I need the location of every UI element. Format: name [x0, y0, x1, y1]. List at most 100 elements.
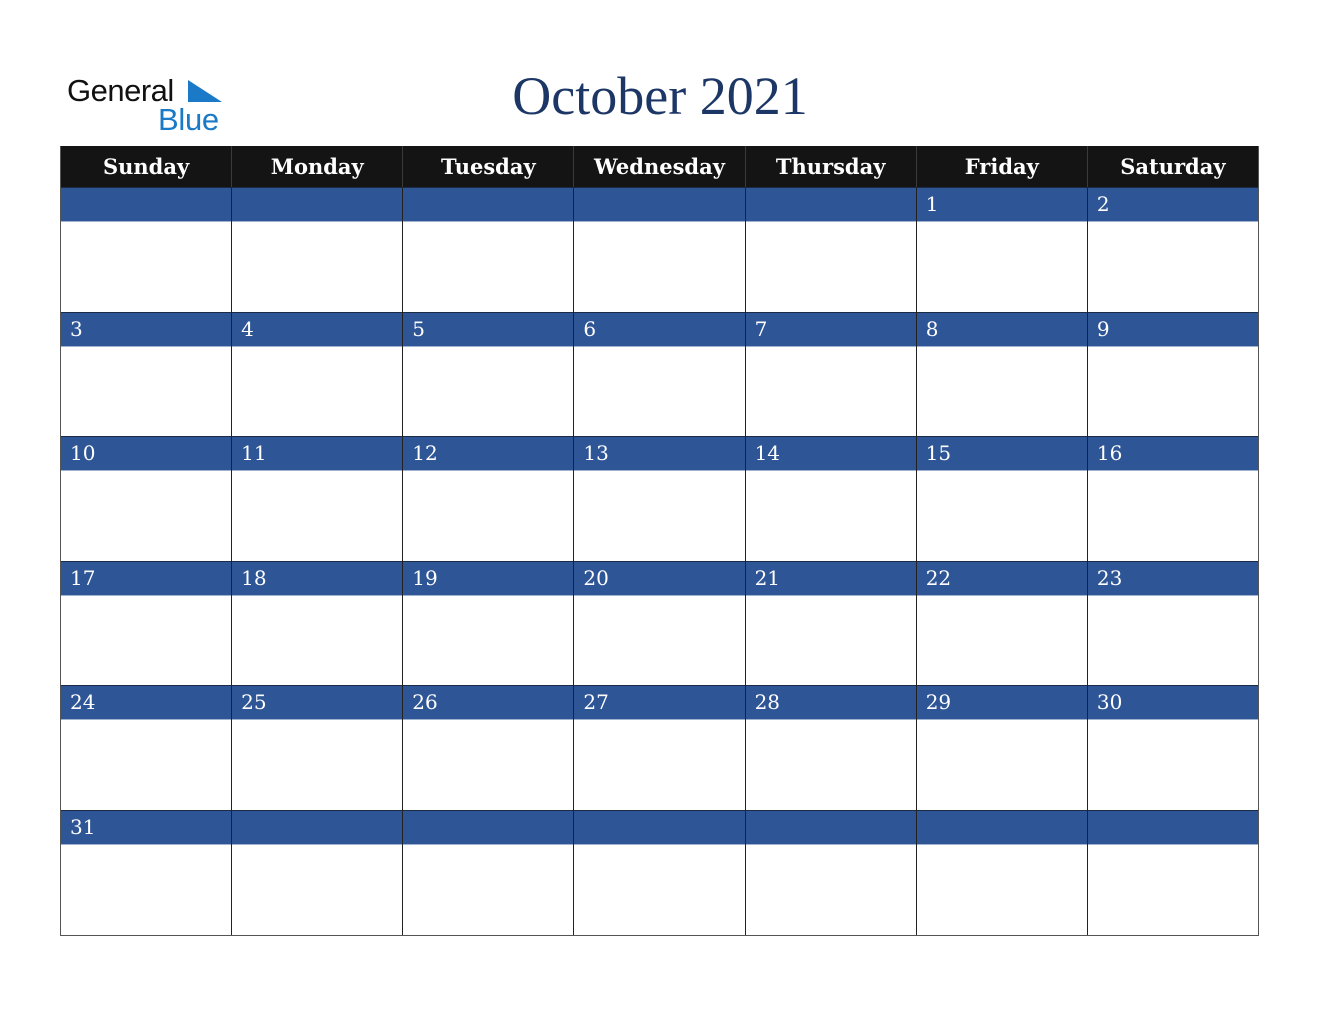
day-notes-area[interactable] — [61, 345, 232, 437]
day-notes-area[interactable] — [745, 594, 916, 686]
day-number — [61, 187, 232, 221]
day-notes-area[interactable] — [916, 719, 1087, 810]
weekday-header-row: Sunday Monday Tuesday Wednesday Thursday… — [61, 146, 1258, 187]
day-cell[interactable]: 15 — [916, 436, 1088, 561]
day-cell[interactable]: 14 — [745, 436, 917, 561]
day-number: 17 — [61, 560, 232, 595]
empty-day-cell — [232, 809, 404, 935]
day-cell[interactable]: 28 — [745, 685, 917, 810]
day-notes-area[interactable] — [574, 594, 745, 686]
day-number — [403, 187, 574, 221]
weekday-wednesday: Wednesday — [574, 146, 746, 187]
day-cell[interactable]: 20 — [574, 560, 746, 686]
empty-day-cell — [574, 187, 746, 312]
day-number: 19 — [403, 560, 574, 595]
day-notes-area[interactable] — [574, 719, 745, 810]
day-notes-area[interactable] — [916, 470, 1087, 561]
day-number: 7 — [745, 311, 916, 346]
day-cell[interactable]: 30 — [1087, 685, 1258, 810]
weekday-thursday: Thursday — [746, 146, 917, 187]
day-cell[interactable]: 19 — [403, 560, 575, 686]
day-notes-area[interactable] — [403, 470, 574, 561]
weekday-sunday: Sunday — [61, 146, 233, 187]
day-cell[interactable]: 3 — [61, 311, 233, 437]
day-cell[interactable]: 25 — [232, 685, 404, 810]
day-notes-area[interactable] — [916, 594, 1087, 686]
day-cell[interactable]: 18 — [232, 560, 404, 686]
day-number: 21 — [745, 560, 916, 595]
day-number: 22 — [916, 560, 1087, 595]
day-cell[interactable]: 4 — [232, 311, 404, 437]
day-cell[interactable]: 31 — [61, 809, 233, 935]
day-number: 24 — [61, 685, 232, 720]
weekday-monday: Monday — [232, 146, 404, 187]
day-cell[interactable]: 8 — [916, 311, 1088, 437]
day-cell[interactable]: 24 — [61, 685, 233, 810]
empty-day-cell — [403, 809, 575, 935]
day-notes-area[interactable] — [232, 719, 403, 810]
day-number — [574, 809, 745, 844]
day-notes-area — [403, 221, 574, 312]
week-row: 24 25 26 27 28 29 30 — [61, 685, 1258, 810]
day-number: 28 — [745, 685, 916, 720]
day-cell[interactable]: 21 — [745, 560, 917, 686]
day-notes-area[interactable] — [574, 345, 745, 437]
day-notes-area[interactable] — [745, 345, 916, 437]
day-cell[interactable]: 16 — [1087, 436, 1258, 561]
day-notes-area[interactable] — [403, 594, 574, 686]
day-notes-area[interactable] — [232, 594, 403, 686]
day-cell[interactable]: 12 — [403, 436, 575, 561]
day-notes-area[interactable] — [232, 470, 403, 561]
week-row: 17 18 19 20 21 22 23 — [61, 560, 1258, 686]
day-notes-area[interactable] — [916, 345, 1087, 437]
day-cell[interactable]: 23 — [1087, 560, 1258, 686]
day-number — [745, 809, 916, 844]
day-notes-area[interactable] — [574, 470, 745, 561]
day-notes-area[interactable] — [61, 470, 232, 561]
day-notes-area[interactable] — [61, 594, 232, 686]
day-notes-area[interactable] — [403, 719, 574, 810]
day-number — [745, 187, 916, 221]
day-cell[interactable]: 2 — [1087, 187, 1258, 312]
day-cell[interactable]: 29 — [916, 685, 1088, 810]
day-number: 16 — [1087, 436, 1258, 471]
day-notes-area[interactable] — [745, 719, 916, 810]
day-notes-area[interactable] — [1087, 345, 1258, 437]
day-cell[interactable]: 6 — [574, 311, 746, 437]
week-row: 10 11 12 13 14 15 16 — [61, 436, 1258, 561]
week-row: 3456789 — [61, 311, 1258, 437]
day-notes-area[interactable] — [61, 843, 232, 935]
day-cell[interactable]: 9 — [1087, 311, 1258, 437]
day-cell[interactable]: 10 — [61, 436, 233, 561]
day-notes-area[interactable] — [61, 719, 232, 810]
empty-day-cell — [61, 187, 233, 312]
empty-day-cell — [1087, 809, 1258, 935]
day-number: 2 — [1087, 187, 1258, 221]
day-number: 27 — [574, 685, 745, 720]
day-cell[interactable]: 5 — [403, 311, 575, 437]
day-number: 20 — [574, 560, 745, 595]
empty-day-cell — [574, 809, 746, 935]
day-notes-area[interactable] — [1087, 221, 1258, 312]
day-notes-area — [916, 843, 1087, 935]
day-notes-area[interactable] — [916, 221, 1087, 312]
day-notes-area[interactable] — [403, 345, 574, 437]
day-number: 25 — [232, 685, 403, 720]
day-cell[interactable]: 13 — [574, 436, 746, 561]
day-number — [916, 809, 1087, 844]
day-cell[interactable]: 27 — [574, 685, 746, 810]
day-cell[interactable]: 11 — [232, 436, 404, 561]
day-notes-area — [232, 221, 403, 312]
day-notes-area[interactable] — [1087, 719, 1258, 810]
day-notes-area[interactable] — [1087, 470, 1258, 561]
day-number: 29 — [916, 685, 1087, 720]
day-number: 1 — [916, 187, 1087, 221]
day-notes-area[interactable] — [232, 345, 403, 437]
day-cell[interactable]: 7 — [745, 311, 917, 437]
day-cell[interactable]: 26 — [403, 685, 575, 810]
day-cell[interactable]: 17 — [61, 560, 233, 686]
day-notes-area[interactable] — [745, 470, 916, 561]
day-notes-area[interactable] — [1087, 594, 1258, 686]
day-cell[interactable]: 22 — [916, 560, 1088, 686]
day-cell[interactable]: 1 — [916, 187, 1088, 312]
